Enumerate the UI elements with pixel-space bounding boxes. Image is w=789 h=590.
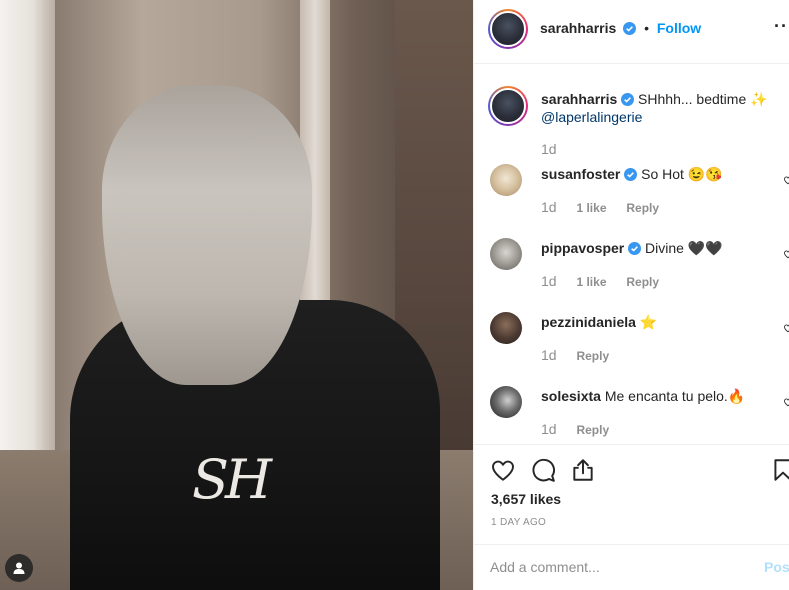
reply-button[interactable]: Reply [626, 275, 659, 289]
photo-mirror-light [0, 0, 55, 470]
comment-text: ⭐ [635, 314, 658, 330]
post-photo[interactable]: SH [0, 0, 473, 590]
post-timestamp[interactable]: 1 DAY AGO [491, 517, 546, 528]
comments-list[interactable]: sarahharris SHhhh... bedtime ✨ @laperlal… [474, 64, 789, 444]
comment-text: So Hot 😉😘 [637, 166, 723, 182]
user-tag-icon[interactable] [5, 554, 33, 582]
header-separator: • [644, 20, 649, 36]
comment-username[interactable]: pezzinidaniela [541, 314, 636, 330]
comment-username[interactable]: pippavosper [541, 240, 624, 256]
comment-age: 1d [541, 347, 557, 363]
photo-hair [102, 85, 312, 385]
reply-button[interactable]: Reply [576, 349, 609, 363]
reply-button[interactable]: Reply [576, 423, 609, 437]
photo-monogram: SH [192, 448, 272, 511]
comment-age: 1d [541, 199, 557, 215]
comment-like-heart-icon[interactable] [783, 397, 789, 407]
reply-button[interactable]: Reply [626, 201, 659, 215]
comment-like-heart-icon[interactable] [783, 323, 789, 333]
verified-icon [624, 168, 638, 181]
comment-likes[interactable]: 1 like [576, 201, 606, 215]
comment-icon[interactable] [530, 457, 556, 483]
share-icon[interactable] [570, 457, 596, 483]
post-actions: 3,657 likes 1 DAY AGO [474, 444, 789, 544]
caption-text: SHhhh... bedtime ✨ [634, 91, 768, 107]
heart-icon[interactable] [490, 457, 516, 483]
comment-username[interactable]: susanfoster [541, 166, 620, 182]
avatar[interactable] [490, 386, 522, 418]
post-comment-button[interactable]: Post [764, 559, 789, 575]
comment-likes[interactable]: 1 like [576, 275, 606, 289]
comment-username[interactable]: solesixta [541, 388, 601, 404]
verified-icon [628, 242, 642, 255]
avatar[interactable] [490, 164, 522, 196]
comment-like-heart-icon[interactable] [783, 175, 789, 185]
header-username[interactable]: sarahharris [540, 20, 616, 36]
bookmark-icon[interactable] [770, 457, 789, 483]
caption-username[interactable]: sarahharris [541, 91, 617, 107]
comment-composer: Post [474, 544, 789, 590]
verified-icon [623, 22, 637, 35]
post-header: sarahharris • Follow ··· [474, 0, 789, 64]
comment-text: Me encanta tu pelo.🔥 [600, 388, 746, 404]
likes-count[interactable]: 3,657 likes [491, 491, 561, 507]
avatar[interactable] [488, 9, 528, 49]
post-side-panel: sarahharris • Follow ··· sarahharris SHh… [473, 0, 789, 590]
comment-age: 1d [541, 421, 557, 437]
comment-age: 1d [541, 273, 557, 289]
avatar[interactable] [490, 238, 522, 270]
follow-button[interactable]: Follow [657, 20, 701, 36]
avatar[interactable] [490, 312, 522, 344]
caption-mention[interactable]: @laperlalingerie [541, 109, 642, 125]
comment-like-heart-icon[interactable] [783, 249, 789, 259]
verified-icon [621, 93, 635, 106]
avatar[interactable] [488, 86, 528, 126]
caption-age: 1d [541, 141, 557, 157]
comment-text: Divine 🖤🖤 [641, 240, 723, 256]
comment-input[interactable] [490, 559, 740, 575]
more-options-icon[interactable]: ··· [774, 16, 789, 37]
